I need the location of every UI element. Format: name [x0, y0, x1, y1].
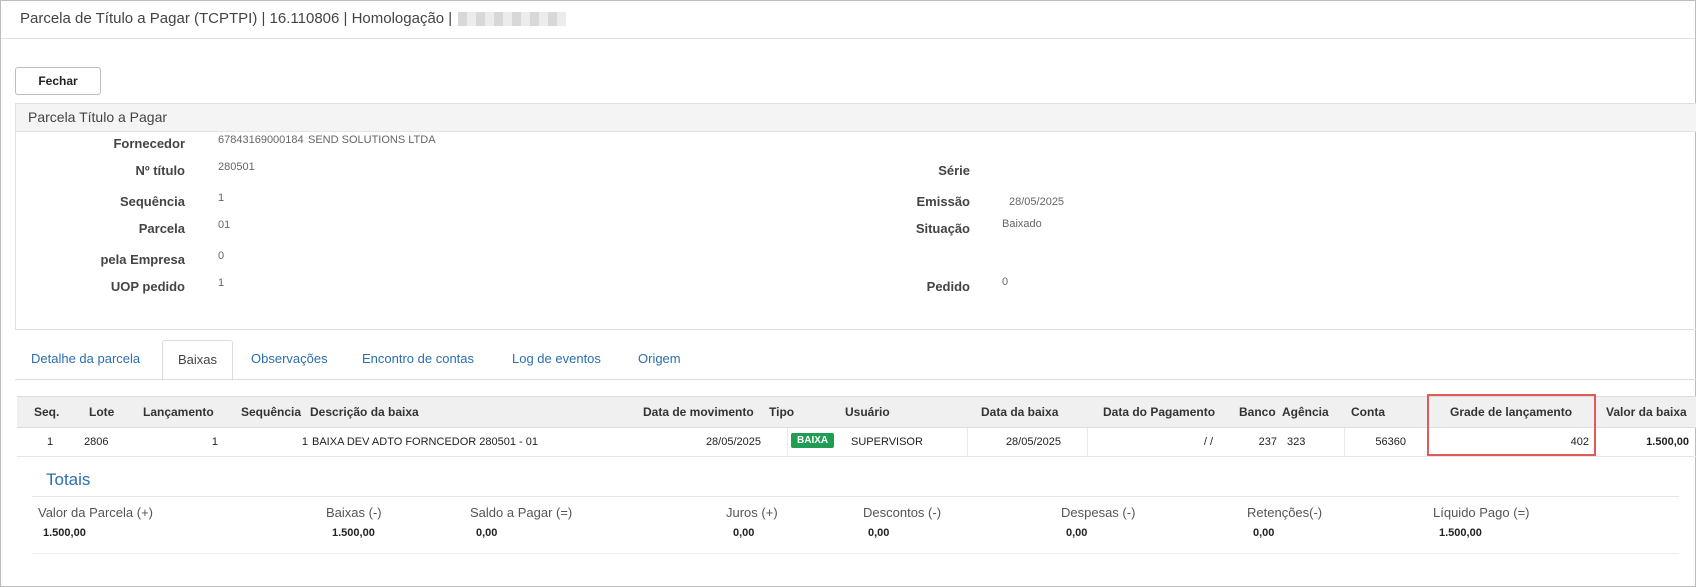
- column-divider: [1087, 428, 1088, 456]
- cell-sequencia: 1: [301, 436, 308, 448]
- sequencia-label: Sequência: [119, 194, 185, 209]
- total-valor-parcela-label: Valor da Parcela (+): [38, 505, 154, 520]
- window-title: Parcela de Título a Pagar (TCPTPI) | 16.…: [20, 10, 567, 27]
- emissao-value: 28/05/2025: [1009, 196, 1065, 208]
- tabs-divider: [15, 379, 1696, 380]
- totais-title: Totais: [46, 470, 91, 489]
- total-saldo-label: Saldo a Pagar (=): [470, 505, 573, 520]
- situacao-value: Baixado: [1002, 218, 1042, 230]
- cell-banco: 237: [1258, 436, 1277, 448]
- total-liquido-label: Líquido Pago (=): [1433, 505, 1530, 520]
- uop-value: 1: [218, 277, 225, 289]
- col-agencia[interactable]: Agência: [1282, 405, 1329, 419]
- parcela-panel: Parcela Título a Pagar Fornecedor 678431…: [15, 103, 1696, 330]
- col-lancamento[interactable]: Lançamento: [143, 405, 214, 419]
- cell-descricao: BAIXA DEV ADTO FORNCEDOR 280501 - 01: [312, 436, 538, 448]
- fornecedor-name: SEND SOLUTIONS LTDA: [308, 134, 436, 146]
- col-usuario[interactable]: Usuário: [845, 405, 890, 419]
- grade-highlight-box: [1427, 394, 1596, 456]
- total-despesas-value: 0,00: [1066, 527, 1088, 539]
- empresa-label: pela Empresa: [100, 252, 185, 267]
- cell-data-baixa: 28/05/2025: [1005, 436, 1061, 448]
- cell-usuario: SUPERVISOR: [851, 436, 923, 448]
- cell-conta: 56360: [1375, 436, 1406, 448]
- sequencia-value: 1: [218, 192, 225, 204]
- cell-lancamento: 1: [211, 436, 218, 448]
- serie-label: Série: [938, 163, 970, 178]
- tab-baixas[interactable]: Baixas: [162, 340, 234, 381]
- tab-log-de-eventos[interactable]: Log de eventos: [497, 340, 616, 378]
- col-data-pagamento[interactable]: Data do Pagamento: [1103, 405, 1215, 419]
- total-valor-parcela-value: 1.500,00: [43, 527, 86, 539]
- status-badge: BAIXA: [791, 433, 835, 448]
- col-conta[interactable]: Conta: [1351, 405, 1385, 419]
- total-liquido-value: 1.500,00: [1439, 527, 1482, 539]
- column-divider: [1344, 428, 1345, 456]
- title-divider: [1, 38, 1695, 39]
- situacao-label: Situação: [915, 221, 970, 236]
- totais-bottom-divider: [32, 553, 1679, 554]
- total-retencoes-label: Retenções(-): [1247, 505, 1323, 520]
- cell-data-movimento: 28/05/2025: [705, 436, 761, 448]
- panel-title: Parcela Título a Pagar: [16, 104, 1696, 132]
- total-retencoes-value: 0,00: [1253, 527, 1275, 539]
- total-juros-value: 0,00: [733, 527, 755, 539]
- titulo-value: 280501: [218, 161, 255, 173]
- col-data-baixa[interactable]: Data da baixa: [981, 405, 1058, 419]
- totais-divider: [32, 496, 1679, 497]
- cell-seq: 1: [47, 436, 54, 448]
- cell-agencia: 323: [1287, 436, 1306, 448]
- column-divider: [967, 428, 968, 456]
- col-descricao[interactable]: Descrição da baixa: [310, 405, 419, 419]
- tab-detalhe-da-parcela[interactable]: Detalhe da parcela: [16, 340, 155, 378]
- total-baixas-label: Baixas (-): [326, 505, 382, 520]
- parcela-value: 01: [218, 219, 231, 231]
- col-tipo[interactable]: Tipo: [769, 405, 794, 419]
- col-lote[interactable]: Lote: [89, 405, 114, 419]
- cell-valor: 1.500,00: [1646, 436, 1689, 448]
- cell-lote: 2806: [84, 436, 109, 448]
- total-saldo-value: 0,00: [476, 527, 498, 539]
- uop-label: UOP pedido: [110, 279, 185, 294]
- total-juros-label: Juros (+): [726, 505, 778, 520]
- total-descontos-label: Descontos (-): [863, 505, 942, 520]
- col-banco[interactable]: Banco: [1239, 405, 1276, 419]
- fornecedor-label: Fornecedor: [113, 136, 185, 151]
- total-despesas-label: Despesas (-): [1061, 505, 1136, 520]
- window-title-text: Parcela de Título a Pagar (TCPTPI) | 16.…: [20, 10, 457, 27]
- tab-encontro-de-contas[interactable]: Encontro de contas: [347, 340, 489, 378]
- parcela-label: Parcela: [138, 221, 185, 236]
- pedido-label: Pedido: [926, 279, 970, 294]
- col-seq[interactable]: Seq.: [34, 405, 59, 419]
- redacted-block: [458, 12, 567, 27]
- tab-origem[interactable]: Origem: [623, 340, 696, 378]
- emissao-label: Emissão: [916, 194, 970, 209]
- col-data-movimento[interactable]: Data de movimento: [643, 405, 754, 419]
- cell-data-pagamento: / /: [1203, 436, 1213, 448]
- total-baixas-value: 1.500,00: [332, 527, 375, 539]
- col-valor-baixa[interactable]: Valor da baixa: [1606, 405, 1687, 419]
- col-sequencia[interactable]: Sequência: [241, 405, 301, 419]
- total-descontos-value: 0,00: [868, 527, 890, 539]
- empresa-value: 0: [218, 250, 225, 262]
- tab-observacoes[interactable]: Observações: [236, 340, 343, 378]
- close-button[interactable]: Fechar: [15, 67, 101, 95]
- titulo-label: Nº título: [135, 163, 185, 178]
- pedido-value: 0: [1002, 276, 1009, 288]
- column-divider: [787, 428, 788, 456]
- fornecedor-code: 67843169000184: [218, 134, 304, 146]
